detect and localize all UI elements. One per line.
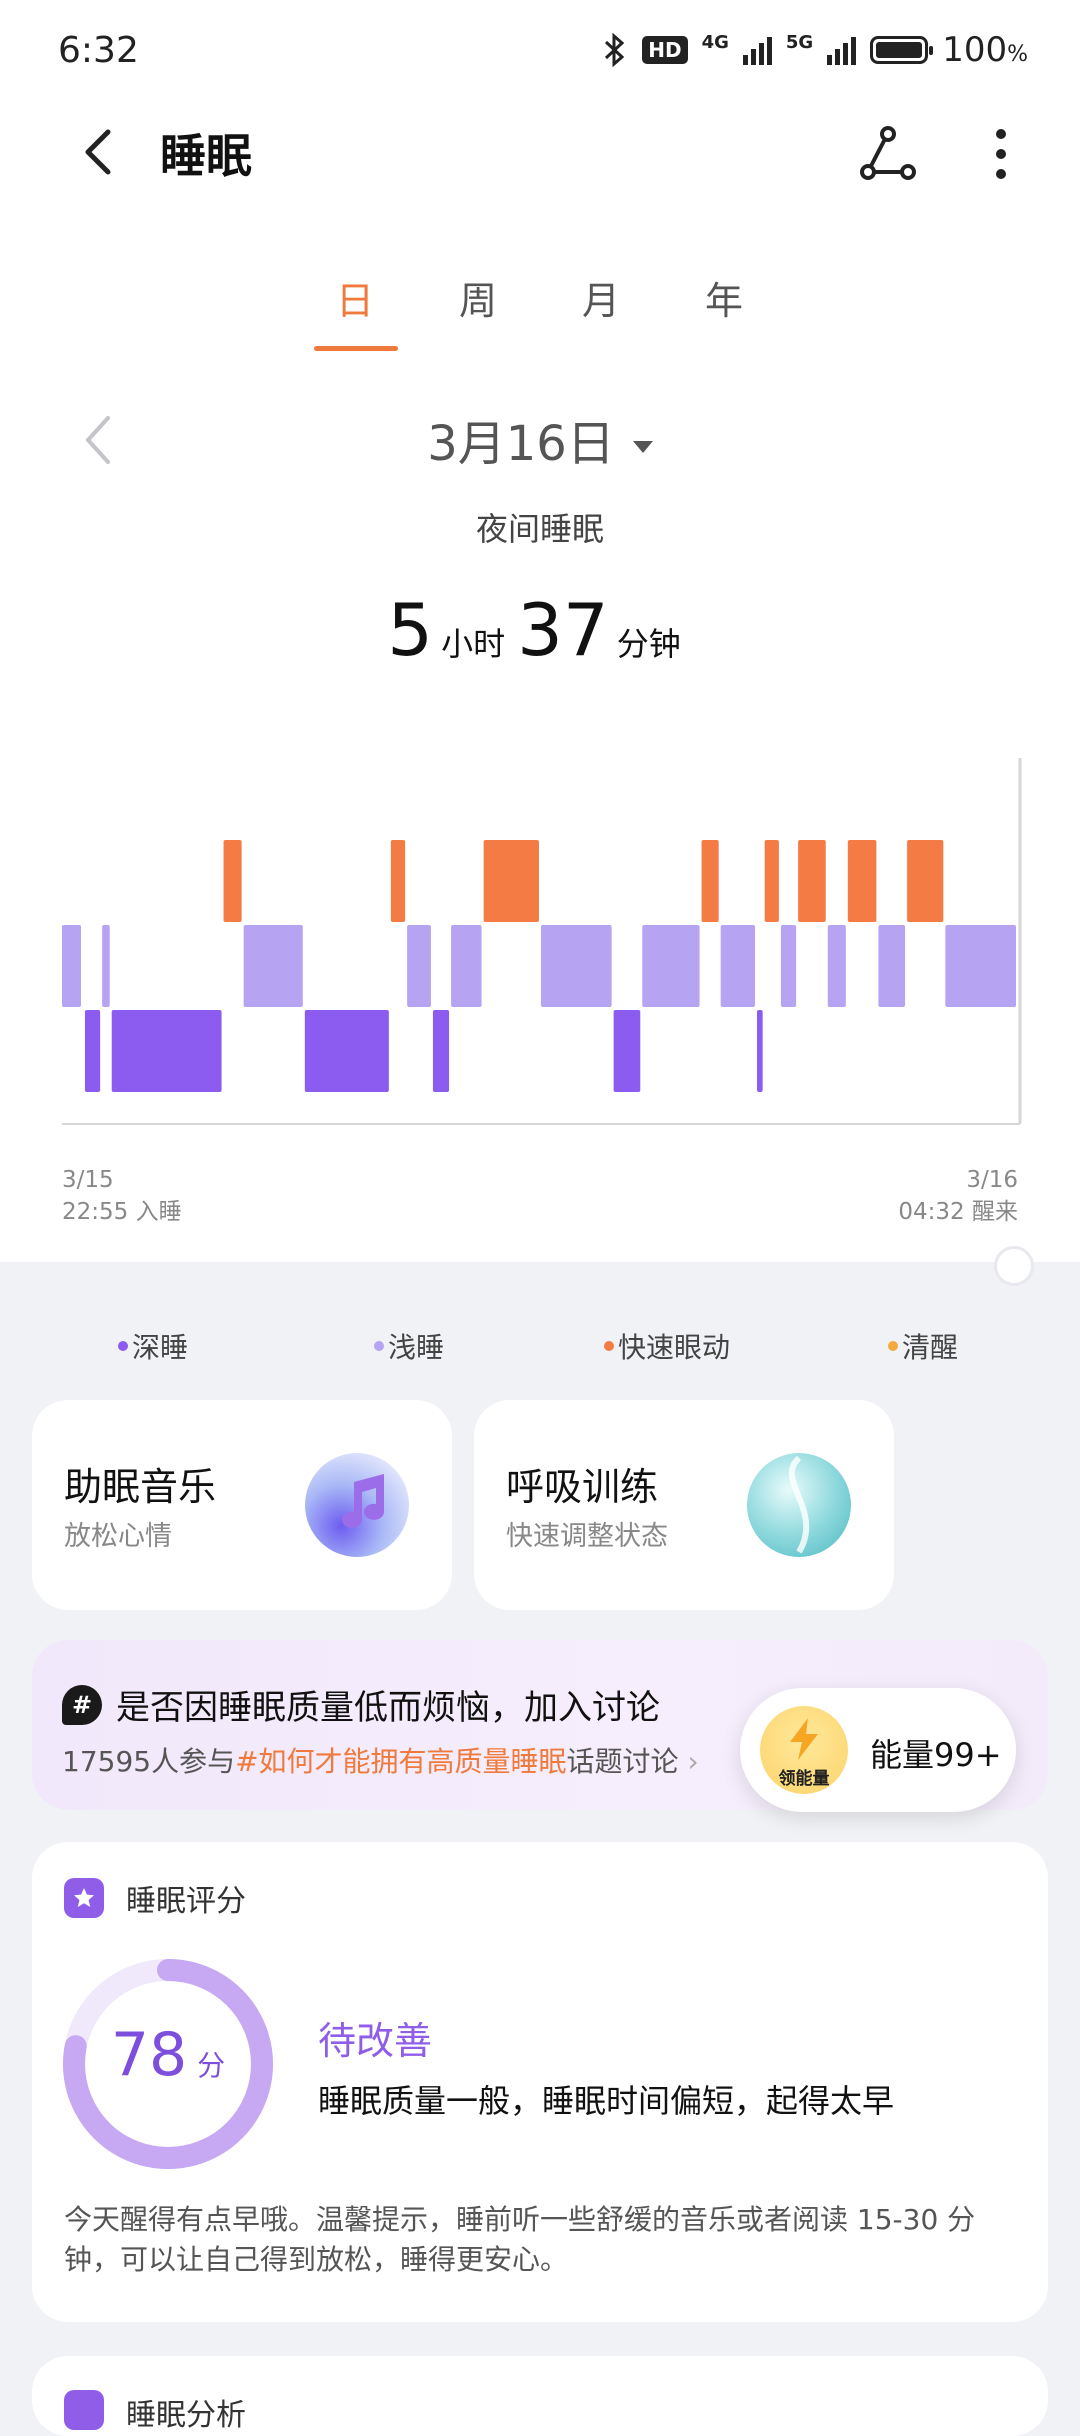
sleep-segment-12 bbox=[540, 925, 612, 1007]
start-date: 3/15 bbox=[62, 1167, 114, 1193]
sleep-analysis-card[interactable]: 睡眠分析 bbox=[32, 2356, 1048, 2436]
status-time: 6:32 bbox=[58, 30, 139, 71]
sleep-segment-13 bbox=[613, 1010, 641, 1092]
network-5g-label: 5G bbox=[785, 32, 814, 53]
chart-legend: 深睡 浅睡 快速眼动 清醒 bbox=[0, 1326, 1080, 1366]
sleep-segment-25 bbox=[945, 925, 1016, 1007]
breath-card-subtitle: 快速调整状态 bbox=[506, 1521, 668, 1552]
legend-rem: 快速眼动 bbox=[604, 1326, 730, 1366]
sleep-segment-18 bbox=[764, 840, 779, 922]
topic-link[interactable]: #如何才能拥有高质量睡眠 bbox=[235, 1745, 566, 1778]
score-section-title: 睡眠评分 bbox=[126, 1884, 246, 1919]
breathing-orb-icon bbox=[747, 1453, 851, 1557]
sleep-segment-11 bbox=[483, 840, 539, 922]
star-icon bbox=[64, 1878, 104, 1918]
sleep-segment-16 bbox=[720, 925, 756, 1007]
sleep-segment-20 bbox=[798, 840, 826, 922]
banner-title: # 是否因睡眠质量低而烦恼，加入讨论 bbox=[62, 1680, 660, 1729]
score-description: 睡眠质量一般，睡眠时间偏短，起得太早 bbox=[318, 2082, 895, 2120]
signal-icon bbox=[827, 35, 857, 65]
hashtag-icon: # bbox=[62, 1684, 102, 1725]
status-icons: HD 4G 5G 100% bbox=[600, 30, 1028, 70]
sleep-segment-6 bbox=[304, 1010, 389, 1092]
score-value: 78 分 bbox=[110, 2020, 226, 2090]
sleep-segment-9 bbox=[432, 1010, 450, 1092]
tab-year[interactable]: 年 bbox=[674, 270, 774, 325]
period-tabs: 日 周 月 年 bbox=[0, 270, 1080, 351]
sleep-segment-21 bbox=[827, 925, 846, 1007]
more-options-icon[interactable] bbox=[976, 122, 1026, 186]
battery-icon bbox=[870, 36, 934, 64]
score-section-header: 睡眠评分 bbox=[64, 1876, 246, 1920]
breath-card-title: 呼吸训练 bbox=[506, 1465, 659, 1509]
date-selector: 3月16日 bbox=[0, 404, 1080, 474]
breathing-training-card[interactable]: 呼吸训练 快速调整状态 bbox=[474, 1400, 894, 1610]
sleep-segment-3 bbox=[111, 1010, 222, 1092]
sleep-music-card[interactable]: 助眠音乐 放松心情 bbox=[32, 1400, 452, 1610]
tab-month[interactable]: 月 bbox=[551, 270, 651, 325]
dropdown-caret-icon bbox=[632, 441, 653, 453]
active-tab-indicator bbox=[314, 346, 398, 351]
chart-scrubber-handle[interactable] bbox=[994, 1246, 1034, 1286]
tab-week[interactable]: 周 bbox=[428, 270, 528, 325]
sleep-segment-0 bbox=[62, 925, 82, 1007]
share-icon[interactable] bbox=[856, 122, 920, 186]
hd-badge: HD bbox=[642, 36, 688, 64]
end-time: 04:32 醒来 bbox=[898, 1199, 1018, 1225]
analysis-icon bbox=[64, 2390, 104, 2430]
music-card-subtitle: 放松心情 bbox=[64, 1521, 172, 1552]
sleep-duration: 5 小时 37 分钟 bbox=[0, 588, 1080, 672]
score-tip: 今天醒得有点早哦。温馨提示，睡前听一些舒缓的音乐或者阅读 15-30 分钟，可以… bbox=[64, 2203, 976, 2276]
sleep-stage-chart[interactable] bbox=[0, 740, 1080, 1140]
sleep-segment-19 bbox=[780, 925, 797, 1007]
tab-day[interactable]: 日 bbox=[305, 270, 405, 325]
back-arrow-icon[interactable] bbox=[70, 122, 130, 182]
sleep-segment-15 bbox=[701, 840, 719, 922]
sleep-segment-4 bbox=[223, 840, 242, 922]
sleep-score-card[interactable]: 睡眠评分 78 分 待改善 睡眠质量一般，睡眠时间偏短，起得太早 今天醒得有点早哦… bbox=[32, 1842, 1048, 2322]
battery-percent: 100% bbox=[942, 30, 1028, 70]
energy-text: 能量99+ bbox=[870, 1736, 1002, 1774]
sleep-segment-1 bbox=[84, 1010, 101, 1092]
sleep-type-label: 夜间睡眠 bbox=[475, 510, 604, 548]
sleep-segment-17 bbox=[757, 1010, 763, 1092]
hours-value: 5 bbox=[387, 588, 434, 672]
sleep-segment-10 bbox=[451, 925, 482, 1007]
chevron-right-icon: › bbox=[687, 1745, 699, 1778]
sleep-segment-23 bbox=[878, 925, 906, 1007]
network-4g-label: 4G bbox=[701, 32, 729, 53]
minutes-unit: 分钟 bbox=[616, 625, 681, 663]
end-date: 3/16 bbox=[966, 1167, 1018, 1193]
chart-start-label: 3/15 22:55 入睡 bbox=[62, 1164, 182, 1228]
chart-end-label: 3/16 04:32 醒来 bbox=[898, 1164, 1018, 1228]
legend-light: 浅睡 bbox=[374, 1326, 444, 1366]
sleep-segment-14 bbox=[642, 925, 700, 1007]
signal-icon bbox=[742, 35, 772, 65]
sleep-segment-5 bbox=[243, 925, 303, 1007]
sleep-segment-22 bbox=[847, 840, 877, 922]
music-note-icon bbox=[305, 1453, 409, 1557]
score-level: 待改善 bbox=[318, 2019, 433, 2063]
date-picker[interactable]: 3月16日 bbox=[0, 404, 1080, 474]
music-card-title: 助眠音乐 bbox=[64, 1465, 217, 1509]
page-title: 睡眠 bbox=[160, 129, 252, 183]
app-header: 睡眠 bbox=[0, 112, 1080, 192]
status-bar: 6:32 HD 4G 5G 100% bbox=[0, 20, 1080, 80]
hours-unit: 小时 bbox=[441, 625, 506, 663]
bluetooth-icon bbox=[605, 33, 625, 67]
legend-awake: 清醒 bbox=[888, 1326, 958, 1366]
sleep-segment-8 bbox=[407, 925, 431, 1007]
sleep-segment-7 bbox=[390, 840, 406, 922]
energy-floating-button[interactable]: 领能量 能量99+ bbox=[740, 1688, 1016, 1812]
legend-deep: 深睡 bbox=[118, 1326, 188, 1366]
start-time: 22:55 入睡 bbox=[62, 1199, 182, 1225]
analysis-title: 睡眠分析 bbox=[126, 2398, 246, 2433]
sleep-segment-24 bbox=[907, 840, 944, 922]
energy-badge-label: 领能量 bbox=[778, 1769, 830, 1789]
banner-topic-line: 17595人参与#如何才能拥有高质量睡眠话题讨论 › bbox=[62, 1745, 699, 1778]
sleep-segment-2 bbox=[102, 925, 110, 1007]
minutes-value: 37 bbox=[517, 588, 609, 672]
energy-badge-icon: 领能量 bbox=[760, 1706, 848, 1794]
